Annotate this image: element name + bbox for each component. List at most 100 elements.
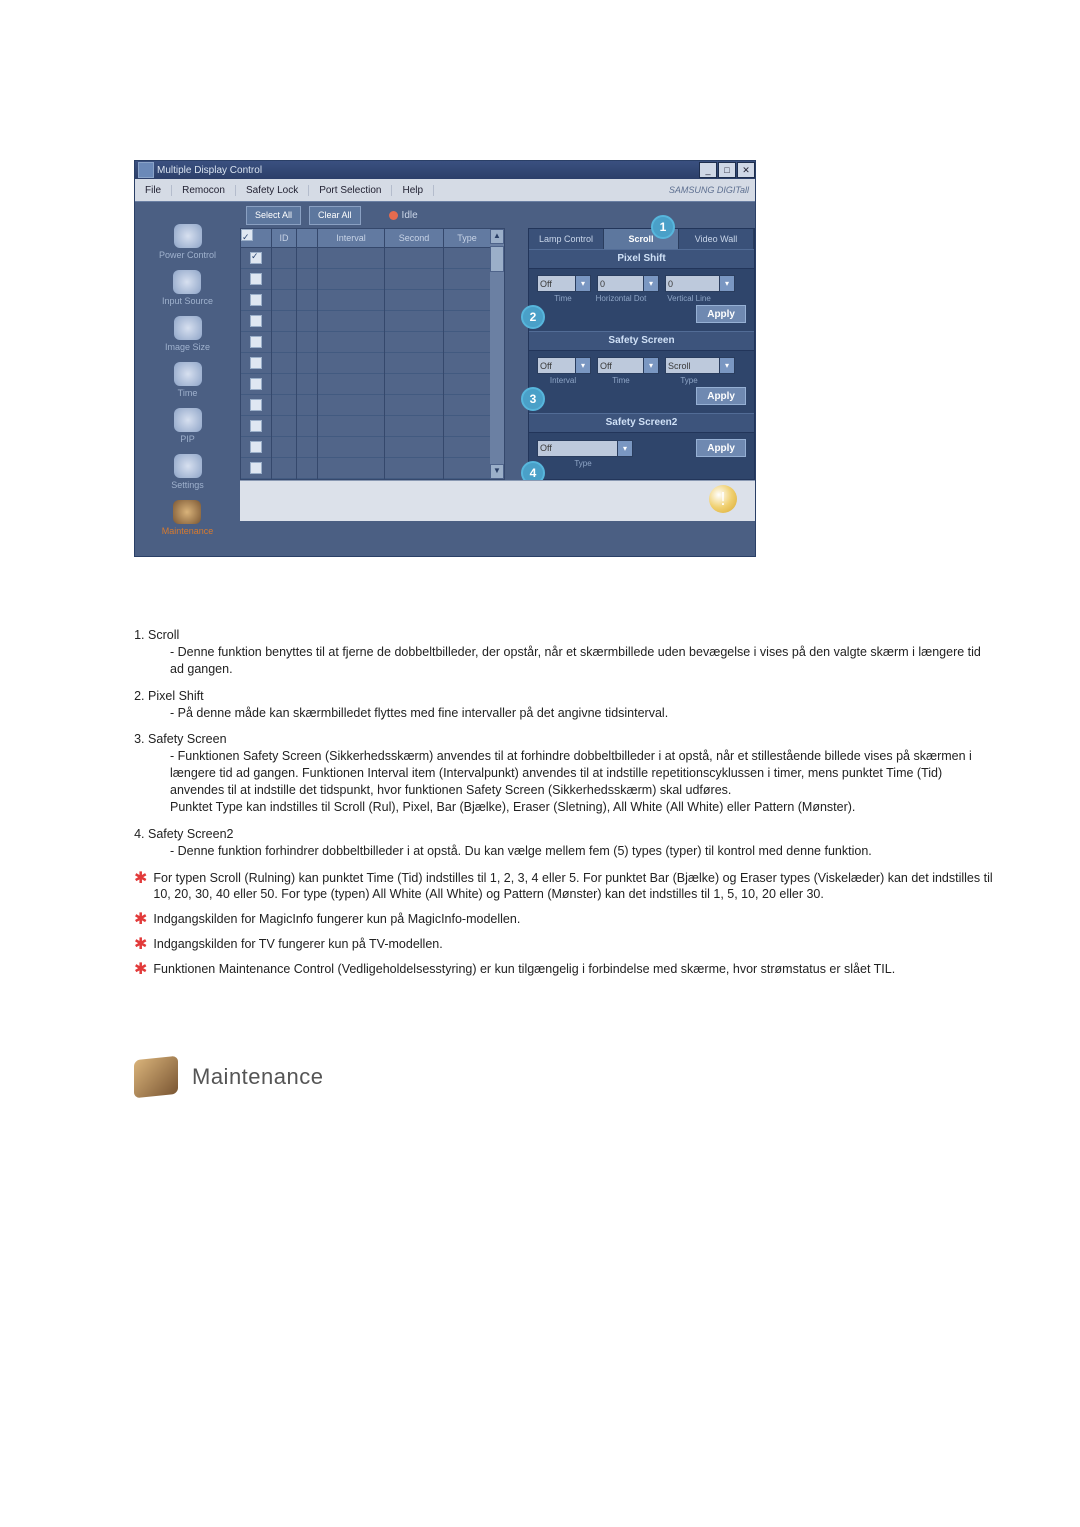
- pixel-shift-time-select[interactable]: Off▾: [537, 275, 591, 292]
- app-icon: [138, 162, 154, 178]
- note-item: ✱Funktionen Maintenance Control (Vedlige…: [134, 961, 998, 978]
- pixel-shift-vline-select[interactable]: 0▾: [665, 275, 735, 292]
- sidebar-item-image-size[interactable]: Image Size: [165, 316, 210, 352]
- row-checkbox[interactable]: [250, 378, 262, 390]
- chevron-down-icon: ▾: [575, 276, 590, 291]
- scroll-thumb[interactable]: [490, 246, 504, 272]
- col-status-icon: [297, 229, 317, 248]
- callout-2: 2: [521, 305, 545, 329]
- row-checkbox[interactable]: [250, 357, 262, 369]
- col-interval: Interval: [318, 229, 384, 248]
- table-scrollbar[interactable]: ▲ ▼: [490, 229, 504, 479]
- list-item: Pixel Shift - På denne måde kan skærmbil…: [148, 688, 998, 722]
- col-second: Second: [385, 229, 443, 248]
- sidebar-item-pip[interactable]: PIP: [174, 408, 202, 444]
- note-item: ✱For typen Scroll (Rulning) kan punktet …: [134, 870, 998, 904]
- chevron-down-icon: ▾: [643, 358, 658, 373]
- maximize-button[interactable]: □: [718, 162, 736, 178]
- control-panel: Lamp Control Scroll Video Wall 1 Pixel S…: [528, 228, 755, 480]
- sidebar-item-label: Input Source: [162, 296, 213, 306]
- idle-indicator: Idle: [389, 210, 418, 221]
- section-safety-screen2: Safety Screen2: [529, 413, 754, 433]
- pixel-shift-hdot-select[interactable]: 0▾: [597, 275, 659, 292]
- tab-video-wall[interactable]: Video Wall: [679, 229, 754, 249]
- row-checkbox[interactable]: [250, 420, 262, 432]
- chevron-down-icon: ▾: [719, 276, 734, 291]
- safety-apply-button[interactable]: Apply: [696, 387, 746, 405]
- content-body: Scroll - Denne funktion benyttes til at …: [134, 627, 998, 978]
- sidebar: Power Control Input Source Image Size Ti…: [135, 202, 240, 556]
- safety-interval-select[interactable]: Off▾: [537, 357, 591, 374]
- row-checkbox[interactable]: [250, 315, 262, 327]
- row-checkbox[interactable]: [250, 399, 262, 411]
- menu-file[interactable]: File: [135, 185, 172, 196]
- titlebar: Multiple Display Control _ □ ✕: [135, 161, 755, 179]
- sidebar-item-power-control[interactable]: Power Control: [159, 224, 216, 260]
- pip-icon: [174, 408, 202, 432]
- toolbar: Select All Clear All Idle: [240, 202, 755, 228]
- safety2-type-select[interactable]: Off▾: [537, 440, 633, 457]
- footer-heading: Maintenance: [134, 1058, 998, 1096]
- maintenance-icon: [173, 500, 201, 524]
- callout-1: 1: [651, 215, 675, 239]
- safety-type-select[interactable]: Scroll▾: [665, 357, 735, 374]
- star-icon: ✱: [134, 871, 147, 904]
- sidebar-item-settings[interactable]: Settings: [171, 454, 204, 490]
- chevron-down-icon: ▾: [617, 441, 632, 456]
- maintenance-footer-icon: [134, 1056, 178, 1099]
- chevron-down-icon: ▾: [643, 276, 658, 291]
- header-checkbox[interactable]: [241, 229, 253, 241]
- note-item: ✱Indgangskilden for MagicInfo fungerer k…: [134, 911, 998, 928]
- menubar: File Remocon Safety Lock Port Selection …: [135, 179, 755, 202]
- chevron-down-icon: ▾: [575, 358, 590, 373]
- note-item: ✱Indgangskilden for TV fungerer kun på T…: [134, 936, 998, 953]
- idle-dot-icon: [389, 211, 398, 220]
- clear-all-button[interactable]: Clear All: [309, 206, 361, 225]
- row-checkbox[interactable]: [250, 273, 262, 285]
- app-title: Multiple Display Control: [157, 165, 262, 176]
- star-icon: ✱: [134, 962, 147, 978]
- sidebar-item-time[interactable]: Time: [174, 362, 202, 398]
- menu-safety-lock[interactable]: Safety Lock: [236, 185, 309, 196]
- star-icon: ✱: [134, 937, 147, 953]
- scroll-down-icon[interactable]: ▼: [490, 464, 504, 479]
- safety2-apply-button[interactable]: Apply: [696, 439, 746, 457]
- row-checkbox[interactable]: [250, 252, 262, 264]
- image-size-icon: [174, 316, 202, 340]
- pixel-shift-apply-button[interactable]: Apply: [696, 305, 746, 323]
- col-id: ID: [272, 229, 296, 248]
- section-pixel-shift: Pixel Shift: [529, 249, 754, 269]
- power-icon: [174, 224, 202, 248]
- app-window: Multiple Display Control _ □ ✕ File Remo…: [134, 160, 756, 557]
- sidebar-item-input-source[interactable]: Input Source: [162, 270, 213, 306]
- row-checkbox[interactable]: [250, 441, 262, 453]
- sidebar-item-label: Image Size: [165, 342, 210, 352]
- chevron-down-icon: ▾: [719, 358, 734, 373]
- warning-icon: !: [709, 485, 737, 513]
- row-checkbox[interactable]: [250, 294, 262, 306]
- col-type: Type: [444, 229, 490, 248]
- row-checkbox[interactable]: [250, 336, 262, 348]
- minimize-button[interactable]: _: [699, 162, 717, 178]
- time-icon: [174, 362, 202, 386]
- sidebar-item-label: Power Control: [159, 250, 216, 260]
- sidebar-item-maintenance[interactable]: Maintenance: [162, 500, 214, 536]
- tab-lamp-control[interactable]: Lamp Control: [529, 229, 604, 249]
- footer-title: Maintenance: [192, 1064, 323, 1090]
- star-icon: ✱: [134, 912, 147, 928]
- callout-3: 3: [521, 387, 545, 411]
- safety-time-select[interactable]: Off▾: [597, 357, 659, 374]
- settings-icon: [174, 454, 202, 478]
- row-checkbox[interactable]: [250, 462, 262, 474]
- sidebar-item-label: Maintenance: [162, 526, 214, 536]
- input-icon: [173, 270, 201, 294]
- scroll-up-icon[interactable]: ▲: [490, 229, 504, 244]
- display-table: ID Interval Second Type ▲ ▼: [240, 228, 505, 480]
- sidebar-item-label: Settings: [171, 480, 204, 490]
- menu-help[interactable]: Help: [392, 185, 434, 196]
- list-item: Safety Screen2 - Denne funktion forhindr…: [148, 826, 998, 860]
- menu-port-selection[interactable]: Port Selection: [309, 185, 392, 196]
- menu-remocon[interactable]: Remocon: [172, 185, 236, 196]
- close-button[interactable]: ✕: [737, 162, 755, 178]
- select-all-button[interactable]: Select All: [246, 206, 301, 225]
